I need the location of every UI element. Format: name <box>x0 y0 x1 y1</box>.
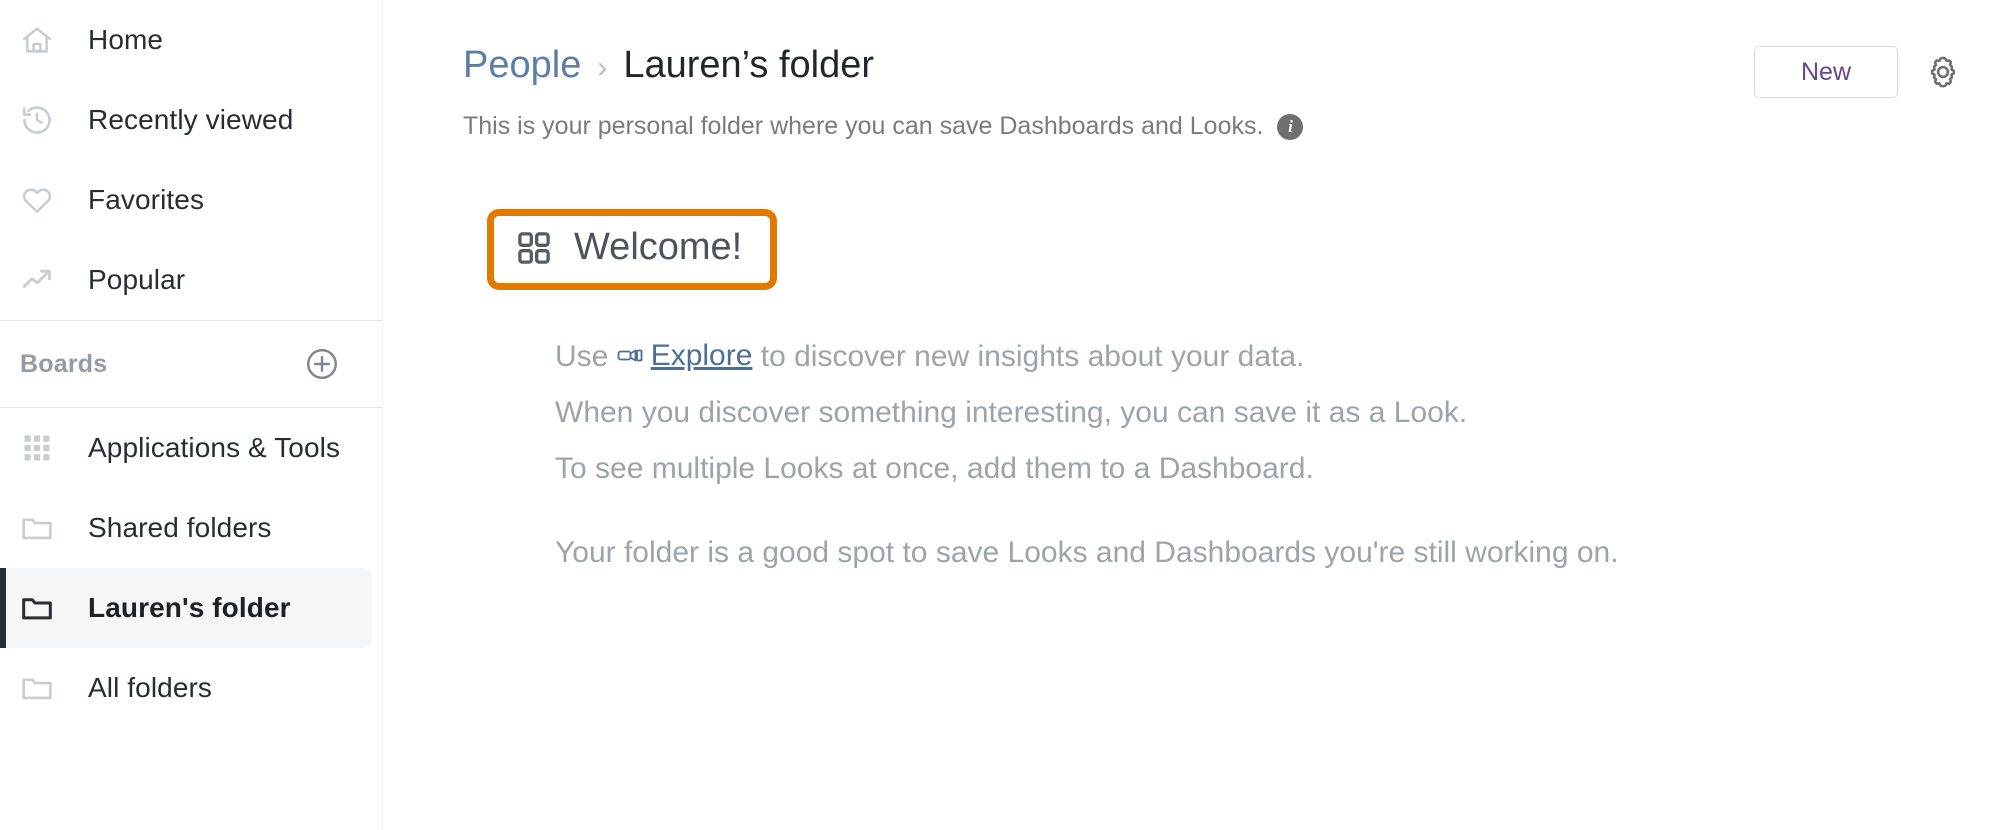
explore-icon <box>617 346 643 366</box>
section-title: Boards <box>20 349 108 378</box>
page-subtitle-text: This is your personal folder where you c… <box>463 112 1264 140</box>
breadcrumb-link-people[interactable]: People <box>463 46 581 84</box>
page-subtitle: This is your personal folder where you c… <box>463 112 1304 141</box>
new-button[interactable]: New <box>1754 46 1898 98</box>
sidebar-item-label: All folders <box>88 672 213 703</box>
welcome-body: Use Explore to discover new insights abo… <box>555 328 2000 581</box>
sidebar-item-label: Recently viewed <box>88 104 294 135</box>
welcome-line-1: Use Explore to discover new insights abo… <box>555 328 2000 385</box>
welcome-line-3: To see multiple Looks at once, add them … <box>555 452 1314 485</box>
explore-link[interactable]: Explore <box>617 328 753 384</box>
sidebar: Home Recently viewed Favorites Popular B… <box>0 0 382 830</box>
sidebar-section-boards: Boards <box>0 321 382 407</box>
sidebar-item-recently-viewed[interactable]: Recently viewed <box>0 80 382 160</box>
welcome-line-4: Your folder is a good spot to save Looks… <box>555 536 1619 569</box>
header-actions: New <box>1754 46 1962 98</box>
explore-link-label: Explore <box>650 339 753 372</box>
folder-icon <box>20 671 54 705</box>
dashboard-grid-icon <box>516 230 552 266</box>
breadcrumb: People › Lauren’s folder <box>463 46 1303 84</box>
welcome-highlight-box[interactable]: Welcome! <box>487 209 778 290</box>
sidebar-item-laurens-folder[interactable]: Lauren's folder <box>0 568 372 648</box>
welcome-line-1-prefix: Use <box>555 340 617 373</box>
welcome-section: Welcome! Use Explore to discover new ins… <box>463 141 2000 581</box>
sidebar-item-label: Applications & Tools <box>88 432 341 463</box>
plus-circle-icon[interactable] <box>304 346 340 382</box>
sidebar-item-applications-and-tools[interactable]: Applications & Tools <box>0 408 382 488</box>
folder-icon <box>20 511 54 545</box>
sidebar-item-home[interactable]: Home <box>0 0 382 80</box>
info-icon[interactable]: i <box>1277 113 1304 140</box>
sidebar-item-shared-folders[interactable]: Shared folders <box>0 488 382 568</box>
welcome-line-2: When you discover something interesting,… <box>555 396 1468 429</box>
header-text-group: People › Lauren’s folder This is your pe… <box>463 46 1304 141</box>
welcome-line-1-suffix: to discover new insights about your data… <box>752 340 1305 373</box>
sidebar-item-label: Popular <box>88 264 186 295</box>
chevron-right-icon: › <box>597 51 608 84</box>
sidebar-item-label: Favorites <box>88 184 205 215</box>
sidebar-item-label: Lauren's folder <box>88 592 291 623</box>
heart-icon <box>20 183 54 217</box>
app-root: Home Recently viewed Favorites Popular B… <box>0 0 2000 830</box>
sidebar-item-label: Home <box>88 24 164 55</box>
home-icon <box>20 23 54 57</box>
page-title: Lauren’s folder <box>623 44 875 86</box>
content-header: People › Lauren’s folder This is your pe… <box>463 0 2000 141</box>
grid-apps-icon <box>20 431 54 465</box>
sidebar-item-label: Shared folders <box>88 512 272 543</box>
main-content: People › Lauren’s folder This is your pe… <box>382 0 2000 830</box>
sidebar-item-all-folders[interactable]: All folders <box>0 648 382 728</box>
trending-up-icon <box>20 263 54 297</box>
welcome-title: Welcome! <box>574 226 743 268</box>
sidebar-item-favorites[interactable]: Favorites <box>0 160 382 240</box>
folder-icon <box>20 591 54 625</box>
gear-icon[interactable] <box>1924 53 1962 91</box>
history-clock-icon <box>20 103 54 137</box>
sidebar-item-popular[interactable]: Popular <box>0 240 382 320</box>
